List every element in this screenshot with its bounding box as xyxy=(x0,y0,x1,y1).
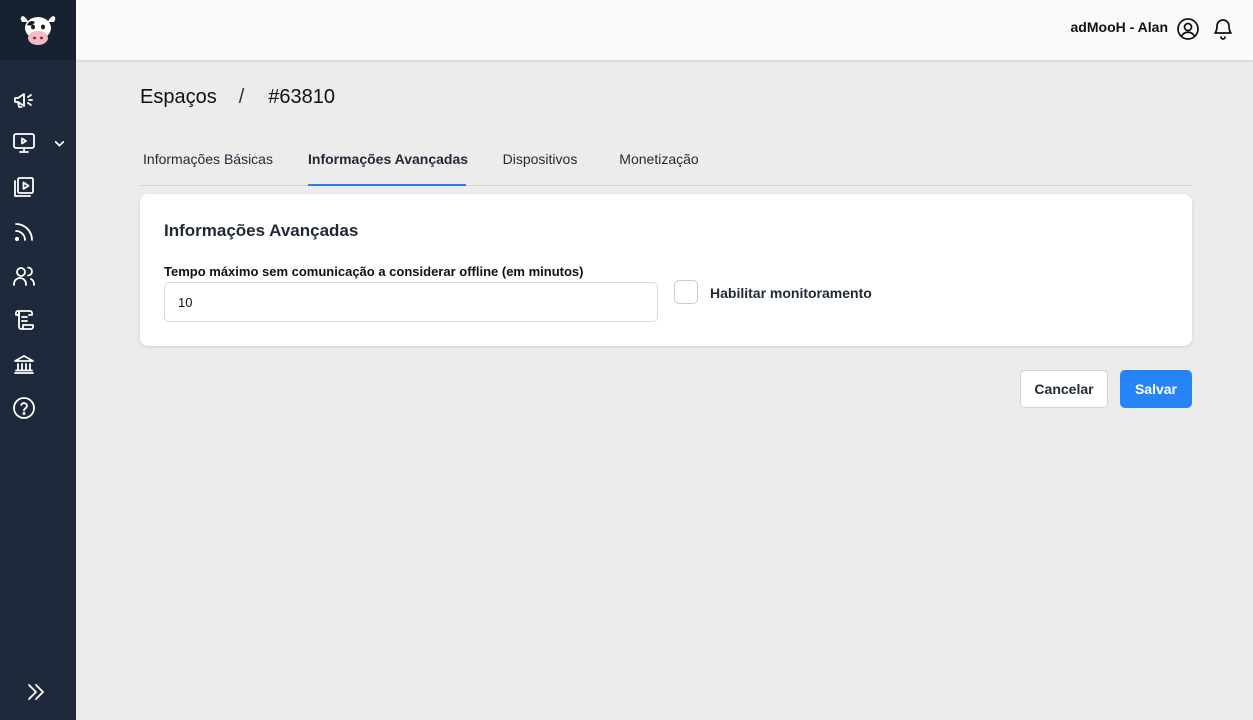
tab-devices[interactable]: Dispositivos xyxy=(498,142,582,186)
tab-bar: Informações Básicas Informações Avançada… xyxy=(140,142,1192,186)
help-circle-icon xyxy=(13,397,35,419)
tab-monetization[interactable]: Monetização xyxy=(614,142,704,186)
monitoring-checkbox-label[interactable]: Habilitar monitoramento xyxy=(710,285,872,301)
sidebar-item-playlists[interactable] xyxy=(0,169,76,205)
cancel-button[interactable]: Cancelar xyxy=(1020,370,1108,408)
sidebar xyxy=(0,0,76,720)
sidebar-item-campaigns[interactable] xyxy=(0,82,76,118)
playlist-icon xyxy=(14,177,34,197)
chevron-down-icon xyxy=(54,141,65,147)
monitor-play-icon xyxy=(13,133,35,153)
sidebar-item-users[interactable] xyxy=(0,258,76,294)
user-name[interactable]: adMooH - Alan xyxy=(1071,19,1168,35)
cow-logo-icon xyxy=(20,16,56,45)
sidebar-item-help[interactable] xyxy=(0,390,76,426)
scroll-icon xyxy=(15,310,34,330)
offline-time-label: Tempo máximo sem comunicação a considera… xyxy=(164,264,584,279)
megaphone-icon xyxy=(14,93,33,108)
offline-time-input[interactable] xyxy=(164,282,658,322)
bank-icon xyxy=(14,355,34,374)
tab-advanced-info[interactable]: Informações Avançadas xyxy=(308,142,468,186)
double-chevron-right-icon[interactable] xyxy=(24,680,48,704)
top-bar: adMooH - Alan xyxy=(76,0,1253,60)
users-icon xyxy=(13,266,35,286)
sidebar-item-screens[interactable] xyxy=(0,125,76,161)
monitoring-checkbox[interactable] xyxy=(674,280,698,304)
sidebar-item-feeds[interactable] xyxy=(0,214,76,250)
logo[interactable] xyxy=(0,0,76,60)
bell-icon[interactable] xyxy=(1211,17,1235,41)
breadcrumb-root[interactable]: Espaços xyxy=(140,86,217,109)
rss-feed-icon xyxy=(14,223,33,242)
card-title: Informações Avançadas xyxy=(164,221,359,240)
breadcrumb: Espaços / #63810 xyxy=(140,86,335,109)
sidebar-item-finance[interactable] xyxy=(0,346,76,382)
sidebar-item-contracts[interactable] xyxy=(0,302,76,338)
breadcrumb-separator: / xyxy=(238,86,245,108)
user-circle-icon[interactable] xyxy=(1176,17,1200,41)
tab-basic-info[interactable]: Informações Básicas xyxy=(140,142,276,186)
advanced-info-card: Informações Avançadas Tempo máximo sem c… xyxy=(140,194,1192,346)
breadcrumb-current: #63810 xyxy=(268,86,336,108)
save-button[interactable]: Salvar xyxy=(1120,370,1192,408)
